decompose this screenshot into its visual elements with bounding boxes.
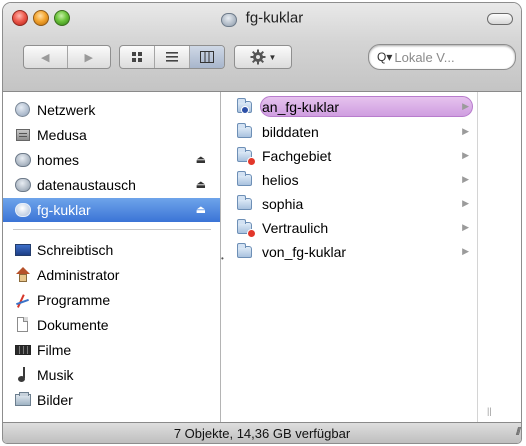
back-button[interactable]: ◀ (24, 46, 68, 68)
eject-icon[interactable]: ⏏ (196, 178, 206, 191)
network-globe-icon (15, 102, 31, 118)
sidebar: Netzwerk Medusa homes ⏏ datenaustausch ⏏… (3, 92, 221, 422)
music-icon (15, 367, 31, 383)
sidebar-item-label: Bilder (37, 392, 73, 408)
sidebar-item-label: Musik (37, 367, 74, 383)
eject-icon[interactable]: ⏏ (196, 203, 206, 216)
disclosure-arrow-icon: ▶ (462, 222, 469, 232)
sidebar-item-netzwerk[interactable]: Netzwerk (3, 98, 220, 122)
list-view-button[interactable] (155, 46, 190, 68)
folder-icon (236, 194, 254, 212)
sidebar-item-musik[interactable]: Musik (3, 363, 220, 387)
desktop-icon (15, 242, 31, 258)
gear-icon (250, 49, 266, 65)
sidebar-resize-handle[interactable]: • (221, 254, 224, 263)
sidebar-item-label: Netzwerk (37, 102, 96, 118)
document-icon (15, 317, 31, 333)
list-item[interactable]: Fachgebiet ▶ (232, 144, 477, 167)
file-column: an_fg-kuklar ▶ bilddaten ▶ Fachgebiet ▶ … (227, 92, 478, 422)
pictures-icon (15, 392, 31, 408)
server-icon (15, 127, 31, 143)
status-bar: 7 Objekte, 14,36 GB verfügbar /// (3, 422, 521, 443)
forward-button[interactable]: ▶ (68, 46, 111, 68)
sidebar-item-label: datenaustausch (37, 177, 136, 193)
list-item[interactable]: sophia ▶ (232, 192, 477, 215)
disclosure-arrow-icon: ▶ (462, 126, 469, 136)
folder-name: Vertraulich (262, 219, 329, 236)
folder-name: sophia (262, 195, 304, 212)
folder-icon (236, 170, 254, 188)
resize-grip-icon[interactable]: /// (516, 422, 521, 443)
icon-view-icon (132, 52, 142, 62)
folder-icon (236, 122, 254, 140)
folder-icon (236, 242, 254, 260)
sidebar-item-label: fg-kuklar (37, 202, 91, 218)
disclosure-arrow-icon: ▶ (462, 246, 469, 256)
sidebar-item-dokumente[interactable]: Dokumente (3, 313, 220, 337)
folder-name: bilddaten (262, 123, 319, 140)
applications-icon (15, 292, 31, 308)
disclosure-arrow-icon: ▶ (462, 101, 469, 111)
sidebar-item-administrator[interactable]: Administrator (3, 263, 220, 287)
folder-name: an_fg-kuklar (262, 98, 340, 115)
folder-icon (236, 218, 256, 238)
navigation-buttons: ◀ ▶ (23, 45, 111, 69)
column-view-icon (200, 51, 214, 63)
window-title: fg-kuklar (245, 9, 304, 27)
folder-name: von_fg-kuklar (262, 243, 347, 260)
sidebar-item-programme[interactable]: Programme (3, 288, 220, 312)
column-view-button[interactable] (190, 46, 224, 68)
sidebar-item-bilder[interactable]: Bilder (3, 388, 220, 412)
list-item[interactable]: helios ▶ (232, 168, 477, 191)
view-mode-buttons (119, 45, 225, 69)
home-icon (15, 267, 31, 283)
folder-icon (236, 97, 254, 115)
disclosure-arrow-icon: ▶ (462, 198, 469, 208)
column-resize-handle[interactable]: || (487, 406, 492, 416)
forward-arrow-icon: ▶ (84, 51, 93, 64)
back-arrow-icon: ◀ (41, 51, 50, 64)
network-drive-icon (15, 152, 31, 168)
sidebar-item-datenaustausch[interactable]: datenaustausch ⏏ (3, 173, 220, 197)
network-drive-icon (15, 202, 31, 218)
film-icon (15, 342, 31, 358)
eject-icon[interactable]: ⏏ (196, 153, 206, 166)
sidebar-item-filme[interactable]: Filme (3, 338, 220, 362)
list-item[interactable]: bilddaten ▶ (232, 120, 477, 143)
list-item[interactable]: Vertraulich ▶ (232, 216, 477, 239)
finder-window: fg-kuklar ◀ ▶ ▼ Q▾ Lokale V... Netzwerk … (3, 3, 521, 443)
list-view-icon (166, 52, 178, 62)
network-drive-icon (15, 177, 31, 193)
folder-name: Fachgebiet (262, 147, 332, 164)
list-item[interactable]: von_fg-kuklar ▶ (232, 240, 477, 263)
sidebar-item-label: homes (37, 152, 80, 168)
sidebar-item-label: Programme (37, 292, 111, 308)
icon-view-button[interactable] (120, 46, 155, 68)
sidebar-item-fg-kuklar[interactable]: fg-kuklar ⏏ (3, 198, 220, 222)
search-field[interactable]: Q▾ (368, 44, 516, 70)
sidebar-item-label: Administrator (37, 267, 120, 283)
sidebar-item-label: Filme (37, 342, 72, 358)
sidebar-item-label: Medusa (37, 127, 87, 143)
list-item[interactable]: an_fg-kuklar ▶ (232, 95, 477, 118)
titlebar-toolbar: fg-kuklar ◀ ▶ ▼ Q▾ (3, 3, 521, 92)
toolbar-toggle-button[interactable] (487, 13, 513, 25)
chevron-down-icon: ▼ (268, 52, 277, 62)
folder-icon (236, 146, 256, 166)
sidebar-divider (13, 229, 211, 230)
sidebar-item-label: Schreibtisch (37, 242, 114, 258)
search-input[interactable] (394, 49, 495, 65)
sidebar-item-homes[interactable]: homes ⏏ (3, 148, 220, 172)
action-menu-button[interactable]: ▼ (234, 45, 292, 69)
search-icon: Q▾ (377, 50, 393, 64)
disclosure-arrow-icon: ▶ (462, 150, 469, 160)
disclosure-arrow-icon: ▶ (462, 174, 469, 184)
sidebar-item-schreibtisch[interactable]: Schreibtisch (3, 238, 220, 262)
folder-name: helios (262, 171, 299, 188)
sidebar-item-medusa[interactable]: Medusa (3, 123, 220, 147)
network-drive-icon (220, 12, 237, 27)
status-text: 7 Objekte, 14,36 GB verfügbar (173, 426, 351, 441)
window-title-bar: fg-kuklar (3, 6, 521, 28)
sidebar-item-label: Dokumente (37, 317, 109, 333)
